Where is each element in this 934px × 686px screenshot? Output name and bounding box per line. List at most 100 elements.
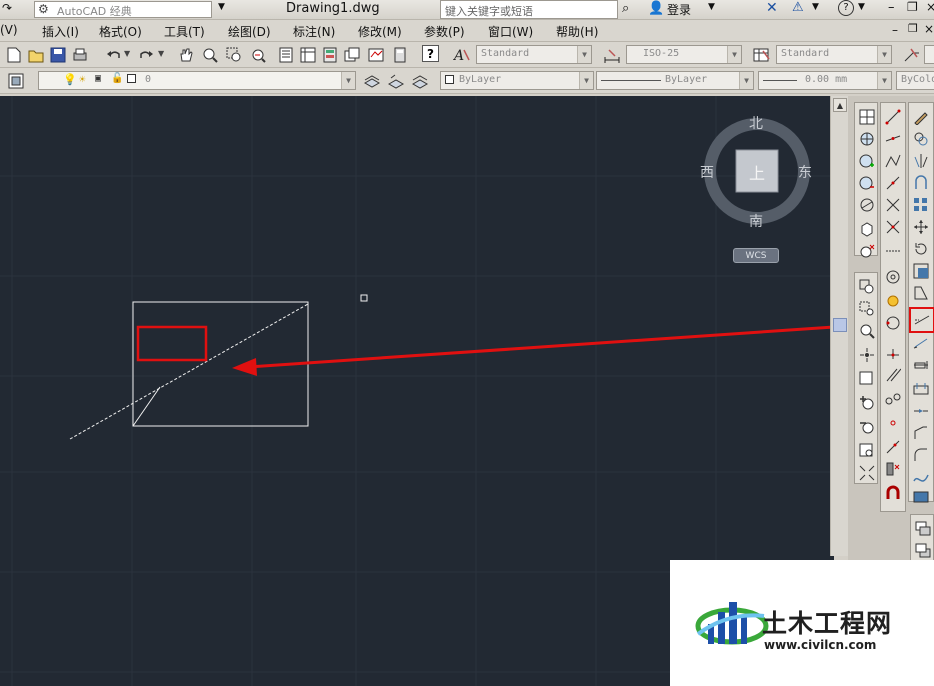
plotstyle-select[interactable]: ByColo bbox=[896, 71, 934, 90]
polygon-icon[interactable] bbox=[883, 173, 903, 193]
color-select[interactable]: ByLayer ▼ bbox=[440, 71, 594, 90]
new-file-icon[interactable] bbox=[4, 45, 24, 65]
doc-minimize-icon[interactable]: – bbox=[892, 23, 898, 37]
autodesk-dropdown-icon[interactable]: ▼ bbox=[812, 2, 819, 12]
menu-draw[interactable]: 绘图(D) bbox=[228, 23, 271, 40]
small-point-icon[interactable] bbox=[883, 413, 903, 433]
break-icon[interactable] bbox=[911, 379, 931, 399]
calculator-icon[interactable] bbox=[390, 45, 410, 65]
doc-close-icon[interactable]: × bbox=[924, 22, 934, 36]
zoom-realtime-icon[interactable] bbox=[200, 45, 220, 65]
rectangle-icon[interactable] bbox=[883, 195, 903, 215]
menu-modify[interactable]: 修改(M) bbox=[358, 23, 402, 40]
zoom-window-icon[interactable] bbox=[224, 45, 244, 65]
dash-line-icon[interactable] bbox=[883, 241, 903, 261]
viewcube-south[interactable]: 南 bbox=[749, 211, 763, 231]
sheet-set-icon[interactable] bbox=[342, 45, 362, 65]
redo-dropdown-icon[interactable]: ▼ bbox=[158, 49, 164, 58]
menu-parametric[interactable]: 参数(P) bbox=[424, 23, 465, 40]
scroll-thumb[interactable] bbox=[833, 318, 847, 332]
gradient-icon[interactable] bbox=[883, 389, 903, 409]
line-icon[interactable] bbox=[883, 107, 903, 127]
workspace-dropdown[interactable]: ⚙ AutoCAD 经典 bbox=[34, 1, 212, 18]
stretch-icon[interactable] bbox=[911, 283, 931, 303]
layer-previous-icon[interactable] bbox=[386, 71, 406, 91]
tool-palettes-icon[interactable] bbox=[320, 45, 340, 65]
sphere-remove-icon[interactable] bbox=[857, 241, 877, 261]
login-link[interactable]: 登录 bbox=[667, 1, 691, 18]
table-style-select[interactable]: Standard ▼ bbox=[776, 45, 892, 64]
zoom-object-icon[interactable] bbox=[857, 369, 877, 389]
array-icon[interactable] bbox=[911, 195, 931, 215]
help-dropdown-icon[interactable]: ▼ bbox=[858, 2, 865, 12]
multileader-style-select[interactable] bbox=[924, 45, 934, 64]
quick-access-dropdown-icon[interactable]: ▼ bbox=[218, 2, 225, 12]
dim-style-icon[interactable] bbox=[602, 45, 622, 65]
construction-line-icon[interactable] bbox=[883, 129, 903, 149]
spline-icon[interactable] bbox=[883, 437, 903, 457]
pan-hand-icon[interactable] bbox=[176, 45, 196, 65]
zoom-extents-icon[interactable] bbox=[857, 463, 877, 483]
text-style-icon[interactable]: A bbox=[452, 45, 472, 65]
zoom-all-icon[interactable] bbox=[857, 441, 877, 461]
mirror-icon[interactable] bbox=[911, 151, 931, 171]
user-icon[interactable]: 👤 bbox=[648, 1, 664, 16]
text-style-select[interactable]: Standard ▼ bbox=[476, 45, 592, 64]
viewcube-top-face[interactable]: 上 bbox=[749, 160, 765, 184]
viewcube-north[interactable]: 北 bbox=[749, 113, 763, 133]
zoom-out-icon[interactable] bbox=[857, 417, 877, 437]
revision-cloud-icon[interactable] bbox=[883, 291, 903, 311]
send-back-icon[interactable] bbox=[913, 541, 933, 561]
hatch-icon[interactable] bbox=[883, 365, 903, 385]
bring-front-icon[interactable] bbox=[913, 519, 933, 539]
viewcube-west[interactable]: 西 bbox=[700, 162, 714, 182]
arc-icon[interactable] bbox=[883, 217, 903, 237]
copy-icon[interactable] bbox=[911, 129, 931, 149]
layer-select[interactable]: 💡 ☀ ▣ 🔓 0 ▼ bbox=[38, 71, 356, 90]
menu-dimension[interactable]: 标注(N) bbox=[293, 23, 335, 40]
orbit-icon[interactable] bbox=[857, 195, 877, 215]
named-views-icon[interactable] bbox=[857, 107, 877, 127]
help-button-icon[interactable]: ? bbox=[422, 45, 439, 62]
viewcube-east[interactable]: 东 bbox=[798, 162, 812, 182]
zoom-previous-icon[interactable] bbox=[248, 45, 268, 65]
trim-icon[interactable] bbox=[909, 307, 934, 333]
linetype-select[interactable]: ByLayer ▼ bbox=[596, 71, 754, 90]
explode-icon[interactable] bbox=[911, 487, 931, 507]
layer-states-icon[interactable] bbox=[410, 71, 430, 91]
table-style-icon[interactable] bbox=[752, 45, 772, 65]
undo-icon[interactable] bbox=[104, 45, 124, 65]
save-icon[interactable] bbox=[48, 45, 68, 65]
dim-style-select[interactable]: ISO-25 ▼ bbox=[626, 45, 742, 64]
help-icon[interactable]: ? bbox=[838, 0, 854, 16]
magnet-icon[interactable] bbox=[883, 483, 903, 503]
polyline-icon[interactable] bbox=[883, 151, 903, 171]
login-dropdown-icon[interactable]: ▼ bbox=[708, 2, 715, 12]
redo-icon[interactable] bbox=[136, 45, 156, 65]
zoom-in-icon[interactable] bbox=[857, 393, 877, 413]
close-icon[interactable]: × bbox=[926, 0, 934, 14]
globe-view-icon[interactable] bbox=[857, 129, 877, 149]
globe-remove-icon[interactable] bbox=[857, 173, 877, 193]
circle-icon[interactable] bbox=[883, 313, 903, 333]
menu-help[interactable]: 帮助(H) bbox=[556, 23, 598, 40]
design-center-icon[interactable] bbox=[298, 45, 318, 65]
layer-manager-icon[interactable] bbox=[6, 71, 26, 91]
scale-icon[interactable] bbox=[911, 261, 931, 281]
scroll-up-icon[interactable]: ▲ bbox=[833, 98, 847, 112]
menu-format[interactable]: 格式(O) bbox=[99, 23, 142, 40]
doc-restore-icon[interactable]: ❐ bbox=[908, 22, 918, 35]
rotate-icon[interactable] bbox=[911, 239, 931, 259]
chamfer-icon[interactable] bbox=[911, 423, 931, 443]
restore-icon[interactable]: ❐ bbox=[907, 0, 918, 14]
multileader-style-icon[interactable] bbox=[902, 45, 922, 65]
join-icon[interactable] bbox=[911, 401, 931, 421]
ucs-menu-button[interactable]: WCS bbox=[733, 248, 779, 263]
fillet-icon[interactable] bbox=[911, 445, 931, 465]
redo-arrow-icon[interactable]: ↷ bbox=[2, 1, 12, 15]
make-current-layer-icon[interactable] bbox=[362, 71, 382, 91]
menu-insert[interactable]: 插入(I) bbox=[42, 23, 79, 40]
vertical-scrollbar[interactable]: ▲ bbox=[830, 96, 848, 556]
autodesk-icon[interactable]: ⚠ bbox=[792, 0, 804, 15]
erase-icon[interactable] bbox=[911, 107, 931, 127]
